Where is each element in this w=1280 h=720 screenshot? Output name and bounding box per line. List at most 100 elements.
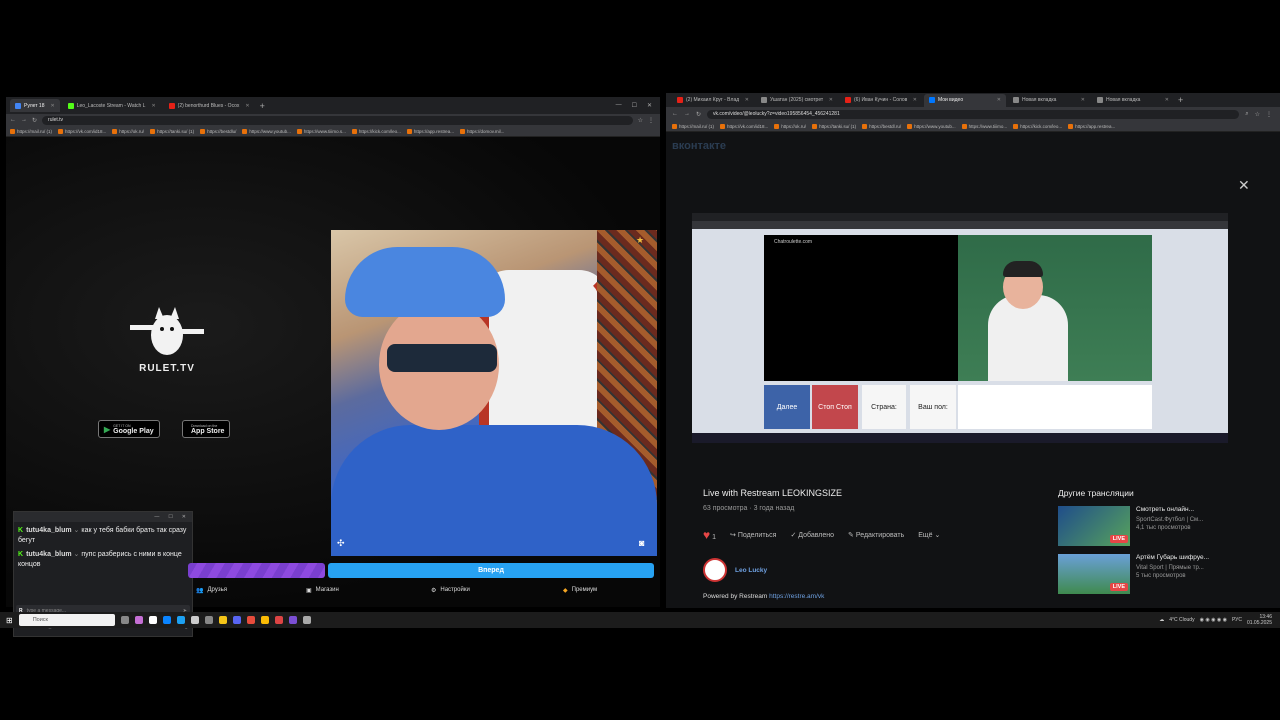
chrome-icon[interactable] (260, 616, 269, 624)
menu-icon[interactable]: ⋮ (1266, 111, 1280, 118)
new-tab-button[interactable]: + (1178, 95, 1183, 105)
vk-logo[interactable]: вконтакте (672, 140, 726, 152)
restream-link[interactable]: https://restre.am/vk (769, 593, 824, 600)
clock[interactable]: 13:46 01.05.2025 (1247, 614, 1272, 626)
bookmark[interactable]: https://bestdlu/ (200, 128, 236, 134)
star-rating-icon[interactable]: ★ (636, 235, 644, 246)
app-icon[interactable] (190, 616, 199, 624)
stop-button[interactable] (188, 563, 325, 578)
avatar[interactable] (703, 558, 727, 582)
move-icon[interactable]: ✣ (337, 538, 345, 549)
right-tab[interactable]: Ушатан (2025) смотреть онл ✕ (756, 94, 838, 107)
chat-username[interactable]: tutu4ka_blum (26, 527, 72, 534)
close-icon[interactable]: ✕ (182, 514, 186, 520)
menu-icon[interactable]: ⋮ (648, 117, 660, 124)
bookmark[interactable]: https://kick.com/leo... (351, 128, 401, 134)
address-bar[interactable]: vk.com/video/@leolucky?z=video195856454_… (707, 109, 1240, 119)
taskbar-search[interactable]: Поиск (18, 614, 115, 626)
app-icon[interactable] (218, 616, 227, 624)
close-window-icon[interactable]: ✕ (647, 102, 652, 109)
nav-premium[interactable]: ◆ Премиум (563, 587, 597, 594)
share-button[interactable]: ↪ Поделиться (730, 531, 776, 539)
added-button[interactable]: ✓ Добавлено (790, 531, 834, 539)
bookmark[interactable]: https://www.youtub... (907, 123, 956, 129)
bookmark[interactable]: https://tanki.su/ (1) (812, 123, 856, 129)
chat-username[interactable]: tutu4ka_blum (26, 551, 72, 558)
right-tab[interactable]: (6) Иван Кучин - Соловей ✕ (840, 94, 922, 107)
author-name[interactable]: Leo Lucky (735, 567, 767, 574)
edit-button[interactable]: ✎ Редактировать (848, 531, 904, 539)
close-icon[interactable]: ✕ (151, 103, 155, 109)
app-icon[interactable] (288, 616, 297, 624)
vk-video-player[interactable]: Chatroulette.com Далее Стоп Стоп Страна:… (692, 213, 1228, 443)
close-icon[interactable]: ✕ (745, 97, 749, 103)
stream-thumbnail[interactable]: LIVE (1058, 506, 1130, 546)
app-icon[interactable] (204, 616, 213, 624)
more-button[interactable]: Ещё ⌄ (918, 531, 940, 539)
tab-rulet[interactable]: Рулет 18 ✕ (10, 99, 60, 112)
bookmark[interactable]: https://www.tiiimo... (961, 123, 1007, 129)
language[interactable]: РУС (1232, 617, 1242, 623)
right-tab[interactable]: Новая вкладка ✕ (1092, 94, 1174, 107)
minimize-icon[interactable]: — (154, 514, 159, 520)
star-icon[interactable]: ☆ (638, 117, 643, 124)
task-view-icon[interactable] (120, 616, 129, 624)
telegram-icon[interactable] (176, 616, 185, 624)
close-icon[interactable]: ✕ (829, 97, 833, 103)
forward-icon[interactable]: → (21, 117, 27, 123)
back-icon[interactable]: ← (10, 117, 16, 123)
address-bar[interactable]: rulet.tv (42, 115, 633, 125)
bookmark[interactable]: https://ok.ru/ (112, 128, 144, 134)
close-player-icon[interactable]: ✕ (1238, 177, 1250, 194)
right-tab[interactable]: Мои видео ✕ (924, 93, 1006, 107)
tray-icons[interactable]: ◉ ◉ ◉ ◉ ◉ (1200, 617, 1227, 623)
app-icon[interactable] (162, 616, 171, 624)
maximize-icon[interactable]: ☐ (632, 102, 637, 109)
stream-title[interactable]: Смотреть онлайн... (1136, 506, 1203, 513)
reload-icon[interactable]: ↻ (32, 117, 37, 124)
bookmark[interactable]: https://bestdl.ru/ (862, 123, 901, 129)
close-icon[interactable]: ✕ (245, 103, 249, 109)
bookmark[interactable]: https://www.youtub... (242, 128, 291, 134)
close-icon[interactable]: ✕ (997, 97, 1001, 103)
weather-icon[interactable]: ☁ (1159, 617, 1164, 623)
close-icon[interactable]: ✕ (913, 97, 917, 103)
app-icon[interactable] (274, 616, 283, 624)
bookmark[interactable]: https://ok.ru/ (774, 123, 806, 129)
close-icon[interactable]: ✕ (1165, 97, 1169, 103)
back-icon[interactable]: ← (672, 111, 678, 117)
app-store-button[interactable]: Download on the App Store (182, 420, 231, 438)
weather-text[interactable]: 4°C Cloudy (1169, 617, 1194, 623)
bookmark[interactable]: https://app.restrea... (406, 128, 454, 134)
google-play-button[interactable]: ▶ GET IT ON Google Play (98, 420, 160, 438)
app-icon[interactable] (232, 616, 241, 624)
tab-kick[interactable]: Leo_Lacoste Stream - Watch L ✕ (63, 99, 161, 112)
nav-shop[interactable]: ▣ Магазин (306, 587, 431, 594)
forward-icon[interactable]: → (684, 111, 690, 117)
minimize-icon[interactable]: — (616, 102, 622, 109)
bookmark[interactable]: https://mail.ru/ (1) (10, 128, 52, 134)
reload-icon[interactable]: ↻ (696, 111, 701, 118)
bookmark[interactable]: https://mail.ru/ (1) (672, 123, 714, 129)
close-icon[interactable]: ✕ (1081, 97, 1085, 103)
video-author[interactable]: Leo Lucky (703, 558, 767, 582)
maximize-icon[interactable]: ☐ (168, 514, 172, 520)
windows-start-icon[interactable]: ⊞ (6, 616, 13, 625)
bookmark[interactable]: https://vk.com/id18... (720, 123, 768, 129)
zoom-icon[interactable]: ⌕ (1245, 111, 1248, 118)
like-button[interactable]: ♥ 1 (703, 528, 716, 542)
app-icon[interactable] (246, 616, 255, 624)
tab-youtube[interactable]: (2) benorthurd Blues - Ocox ✕ (164, 99, 255, 112)
app-icon[interactable] (148, 616, 157, 624)
bookmark[interactable]: https://vk.com/id18... (58, 128, 106, 134)
right-tab[interactable]: (2) Михаил Круг - Владимир ✕ (672, 94, 754, 107)
bookmark[interactable]: https://kick.com/leo... (1013, 123, 1062, 129)
star-icon[interactable]: ☆ (1255, 111, 1260, 118)
stream-thumbnail[interactable]: LIVE (1058, 554, 1130, 594)
nav-settings[interactable]: ⚙ Настройки (431, 587, 563, 594)
bookmark[interactable]: https://app.restrea... (1068, 123, 1115, 129)
bookmark[interactable]: https://tanki.su/ (1) (150, 128, 194, 134)
app-icon[interactable] (134, 616, 143, 624)
stream-item[interactable]: LIVE Артём Губарь шифруе... Vital Sport |… (1058, 554, 1228, 594)
stream-item[interactable]: LIVE Смотреть онлайн... SportCast.Футбол … (1058, 506, 1228, 546)
